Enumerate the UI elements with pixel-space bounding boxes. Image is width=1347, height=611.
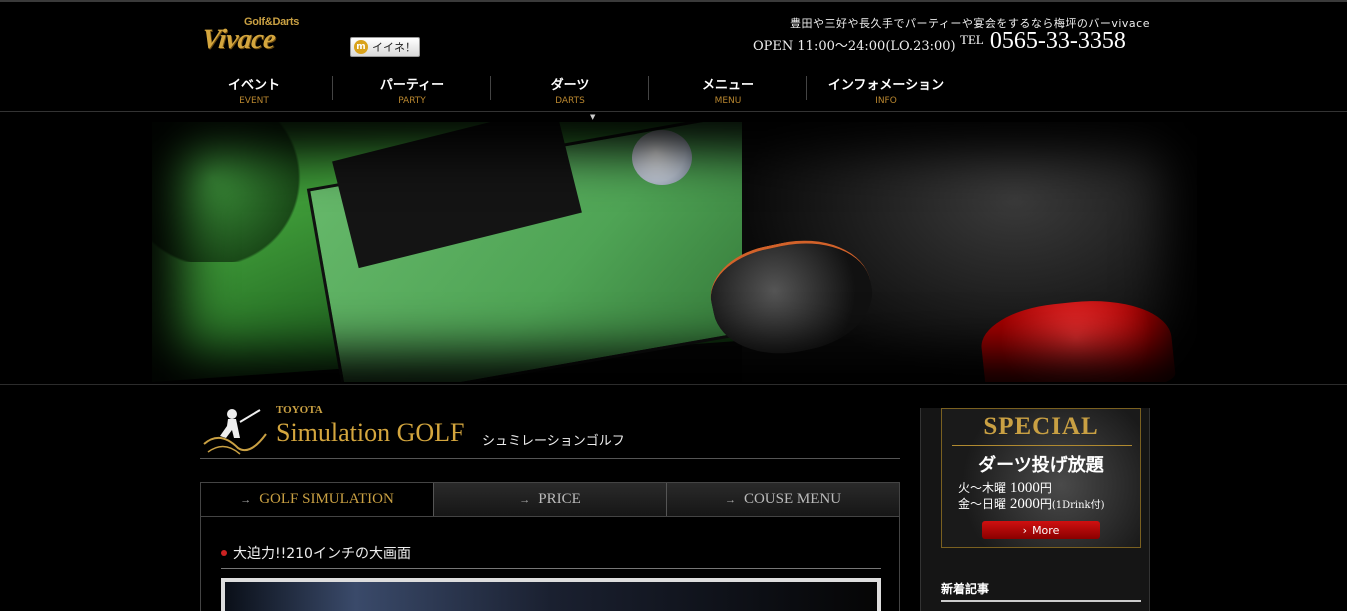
hero-divider [0, 384, 1347, 385]
page-header: TOYOTA Simulation GOLF シュミレーションゴルフ [200, 404, 900, 459]
price-unit: 円 [1039, 497, 1052, 511]
hero-image [152, 122, 1197, 382]
nav-item-info[interactable]: インフォメーション INFO [807, 70, 965, 106]
golfer-icon [203, 409, 267, 455]
new-posts-heading: 新着記事 [941, 580, 1141, 602]
chevron-right-icon: → [519, 493, 531, 506]
like-label: イイネ！ [372, 41, 416, 54]
price-amount: 1000 [1009, 480, 1040, 496]
tab-golf-simulation[interactable]: → GOLF SIMULATION [201, 483, 434, 516]
nav-item-menu[interactable]: メニュー MENU [649, 70, 807, 106]
nav-item-darts[interactable]: ダーツ DARTS [491, 70, 649, 106]
tab-price[interactable]: → PRICE [434, 483, 667, 516]
nav-sublabel: DARTS [555, 96, 585, 106]
price-amount: 2000 [1009, 496, 1040, 512]
more-label: More [1032, 523, 1060, 537]
nav-item-party[interactable]: パーティー PARTY [333, 70, 491, 106]
section-heading-text: 大迫力!!210インチの大画面 [233, 546, 411, 562]
chevron-right-icon: → [724, 493, 736, 506]
section-photo [221, 578, 881, 611]
phone-number[interactable]: TEL 0565-33-3358 [960, 28, 1126, 55]
tab-label: GOLF SIMULATION [259, 491, 394, 507]
page-kicker: TOYOTA [276, 404, 323, 416]
nav-sublabel: INFO [875, 96, 897, 106]
chevron-right-icon: → [240, 493, 252, 506]
opening-hours: OPEN 11:00〜24:00(LO.23:00) [753, 39, 956, 54]
sidebar: SPECIAL ダーツ投げ放題 火〜木曜 1000円 金〜日曜 2000円(1D… [920, 408, 1150, 611]
tab-label: PRICE [538, 491, 581, 507]
nav-sublabel: PARTY [398, 96, 426, 106]
content-tabs: → GOLF SIMULATION → PRICE → COUSE MENU [200, 482, 900, 517]
tab-label: COUSE MENU [743, 491, 842, 507]
nav-item-event[interactable]: イベント EVENT [175, 70, 333, 106]
special-title: SPECIAL [983, 413, 1099, 440]
more-button[interactable]: › More [982, 521, 1100, 539]
bullet-icon [221, 550, 227, 556]
main-nav: イベント EVENT パーティー PARTY ダーツ DARTS メニュー ME… [175, 70, 965, 106]
section-heading: 大迫力!!210インチの大画面 [221, 543, 881, 569]
site-logo[interactable]: Golf&Darts Vivace [200, 14, 310, 56]
like-button[interactable]: m イイネ！ [350, 37, 420, 57]
nav-sublabel: MENU [714, 96, 742, 106]
like-icon: m [354, 40, 368, 54]
price-line-weekend: 金〜日曜 2000円(1Drink付) [958, 495, 1105, 513]
nav-sublabel: EVENT [239, 96, 269, 106]
special-headline: ダーツ投げ放題 [978, 455, 1104, 476]
tel-label: TEL [960, 32, 984, 47]
logo-wordmark: Vivace [200, 24, 277, 55]
nav-label: イベント [227, 78, 280, 93]
special-banner[interactable]: SPECIAL ダーツ投げ放題 火〜木曜 1000円 金〜日曜 2000円(1D… [941, 408, 1141, 548]
top-border [0, 0, 1347, 2]
nav-label: ダーツ [550, 78, 590, 93]
nav-label: パーティー [379, 78, 445, 93]
hero-vignette [152, 122, 1197, 382]
price-note: (1Drink付) [1051, 500, 1105, 511]
tab-panel: 大迫力!!210インチの大画面 [200, 517, 900, 611]
price-unit: 円 [1039, 481, 1052, 495]
chevron-right-icon: › [1022, 523, 1028, 537]
nav-label: インフォメーション [827, 78, 945, 93]
nav-indicator-icon: ▼ [590, 113, 596, 121]
page-title: Simulation GOLF [276, 418, 465, 447]
price-days: 火〜木曜 [958, 481, 1007, 495]
tel-number: 0565-33-3358 [989, 28, 1126, 54]
price-days: 金〜日曜 [958, 497, 1007, 511]
page-subtitle: シュミレーションゴルフ [482, 434, 625, 449]
nav-label: メニュー [701, 78, 754, 93]
nav-divider [0, 111, 1347, 112]
tab-couse-menu[interactable]: → COUSE MENU [667, 483, 899, 516]
special-divider [952, 445, 1132, 446]
